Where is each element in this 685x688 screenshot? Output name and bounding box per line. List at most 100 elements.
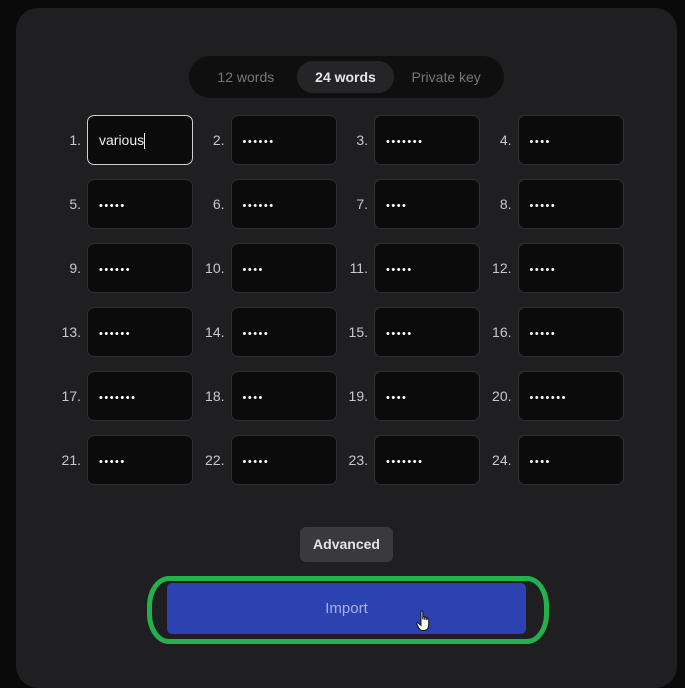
- word-index-label: 10.: [205, 259, 225, 276]
- masked-word-value: ••••: [386, 391, 408, 404]
- word-index-label: 18.: [205, 387, 225, 404]
- word-index-label: 20.: [492, 387, 512, 404]
- word-cell: 2. ••••••: [200, 114, 344, 165]
- seed-word-input-2[interactable]: ••••••: [230, 114, 337, 165]
- word-row: 13. •••••• 14. ••••• 15. ••••• 16. •••••: [56, 306, 636, 357]
- seed-word-input-12[interactable]: •••••: [517, 242, 624, 293]
- word-value: various: [99, 131, 145, 148]
- seed-word-input-11[interactable]: •••••: [374, 242, 480, 293]
- seed-word-input-15[interactable]: •••••: [374, 306, 480, 357]
- word-index-label: 16.: [492, 323, 512, 340]
- seed-word-input-9[interactable]: ••••••: [87, 242, 193, 293]
- word-index-label: 6.: [212, 195, 225, 212]
- word-index-label: 8.: [499, 195, 512, 212]
- masked-word-value: ••••: [242, 391, 264, 404]
- seed-word-input-1[interactable]: various: [87, 114, 193, 165]
- seed-word-input-23[interactable]: •••••••: [374, 434, 480, 485]
- seed-word-input-20[interactable]: •••••••: [517, 370, 624, 421]
- masked-word-value: •••••••: [529, 391, 567, 404]
- word-index-label: 15.: [348, 323, 368, 340]
- seed-word-input-7[interactable]: ••••: [374, 178, 480, 229]
- seed-word-input-3[interactable]: •••••••: [374, 114, 480, 165]
- word-cell: 3. •••••••: [343, 114, 487, 165]
- word-cell: 4. ••••: [487, 114, 631, 165]
- word-index-label: 19.: [348, 387, 368, 404]
- word-cell: 22. •••••: [200, 434, 344, 485]
- seed-word-input-24[interactable]: ••••: [517, 434, 624, 485]
- word-row: 9. •••••• 10. •••• 11. ••••• 12. •••••: [56, 242, 636, 293]
- word-index-label: 12.: [492, 259, 512, 276]
- masked-word-value: •••••••: [386, 455, 424, 468]
- seed-word-input-21[interactable]: •••••: [87, 434, 193, 485]
- word-index-label: 13.: [61, 323, 81, 340]
- word-cell: 23. •••••••: [343, 434, 487, 485]
- text-caret: [144, 132, 146, 149]
- word-index-label: 3.: [356, 131, 368, 148]
- word-cell: 20. •••••••: [487, 370, 631, 421]
- tab-private-key[interactable]: Private key: [394, 61, 498, 93]
- seed-word-grid: 1. various 2. •••••• 3. ••••••• 4. •••• 5. ••••• 6…: [56, 114, 636, 498]
- word-index-label: 2.: [212, 131, 225, 148]
- word-index-label: 1.: [69, 131, 81, 148]
- advanced-button[interactable]: Advanced: [300, 527, 393, 562]
- word-index-label: 14.: [205, 323, 225, 340]
- masked-word-value: •••••: [386, 263, 413, 276]
- masked-word-value: ••••••: [99, 327, 132, 340]
- word-index-label: 17.: [61, 387, 81, 404]
- seed-word-input-6[interactable]: ••••••: [230, 178, 337, 229]
- word-row: 21. ••••• 22. ••••• 23. ••••••• 24. ••••: [56, 434, 636, 485]
- word-index-label: 9.: [69, 259, 81, 276]
- seed-word-input-13[interactable]: ••••••: [87, 306, 193, 357]
- seed-word-input-14[interactable]: •••••: [230, 306, 337, 357]
- word-index-label: 21.: [61, 451, 81, 468]
- seed-word-input-17[interactable]: •••••••: [87, 370, 193, 421]
- word-cell: 10. ••••: [200, 242, 344, 293]
- word-count-tabs: 12 words 24 words Private key: [189, 56, 504, 98]
- word-cell: 11. •••••: [343, 242, 487, 293]
- word-cell: 8. •••••: [487, 178, 631, 229]
- word-row: 1. various 2. •••••• 3. ••••••• 4. ••••: [56, 114, 636, 165]
- tab-12-words[interactable]: 12 words: [195, 61, 297, 93]
- seed-word-input-10[interactable]: ••••: [230, 242, 337, 293]
- word-index-label: 5.: [69, 195, 81, 212]
- word-cell: 19. ••••: [343, 370, 487, 421]
- masked-word-value: •••••: [242, 327, 270, 340]
- word-cell: 13. ••••••: [56, 306, 200, 357]
- word-index-label: 24.: [492, 451, 512, 468]
- import-button[interactable]: Import: [167, 583, 526, 634]
- word-cell: 17. •••••••: [56, 370, 200, 421]
- word-cell: 15. •••••: [343, 306, 487, 357]
- word-cell: 24. ••••: [487, 434, 631, 485]
- masked-word-value: ••••••: [99, 263, 132, 276]
- masked-word-value: ••••: [529, 135, 551, 148]
- masked-word-value: •••••: [529, 263, 557, 276]
- word-row: 5. ••••• 6. •••••• 7. •••• 8. •••••: [56, 178, 636, 229]
- word-cell: 1. various: [56, 114, 200, 165]
- masked-word-value: ••••: [242, 263, 264, 276]
- word-cell: 14. •••••: [200, 306, 344, 357]
- tab-24-words[interactable]: 24 words: [296, 61, 395, 93]
- word-cell: 12. •••••: [487, 242, 631, 293]
- seed-word-input-16[interactable]: •••••: [517, 306, 624, 357]
- seed-word-input-4[interactable]: ••••: [517, 114, 624, 165]
- masked-word-value: •••••: [529, 327, 557, 340]
- seed-word-input-8[interactable]: •••••: [517, 178, 624, 229]
- masked-word-value: •••••: [242, 455, 270, 468]
- word-cell: 5. •••••: [56, 178, 200, 229]
- word-index-label: 22.: [205, 451, 225, 468]
- seed-word-input-19[interactable]: ••••: [374, 370, 480, 421]
- masked-word-value: •••••••: [99, 391, 137, 404]
- seed-word-input-5[interactable]: •••••: [87, 178, 193, 229]
- masked-word-value: ••••: [529, 455, 551, 468]
- masked-word-value: •••••••: [386, 135, 424, 148]
- word-index-label: 11.: [349, 259, 368, 276]
- word-index-label: 23.: [348, 451, 368, 468]
- masked-word-value: ••••: [386, 199, 408, 212]
- word-index-label: 4.: [499, 131, 512, 148]
- word-cell: 7. ••••: [343, 178, 487, 229]
- word-index-label: 7.: [356, 195, 368, 212]
- seed-word-input-22[interactable]: •••••: [230, 434, 337, 485]
- seed-word-input-18[interactable]: ••••: [230, 370, 337, 421]
- masked-word-value: •••••: [386, 327, 413, 340]
- word-cell: 21. •••••: [56, 434, 200, 485]
